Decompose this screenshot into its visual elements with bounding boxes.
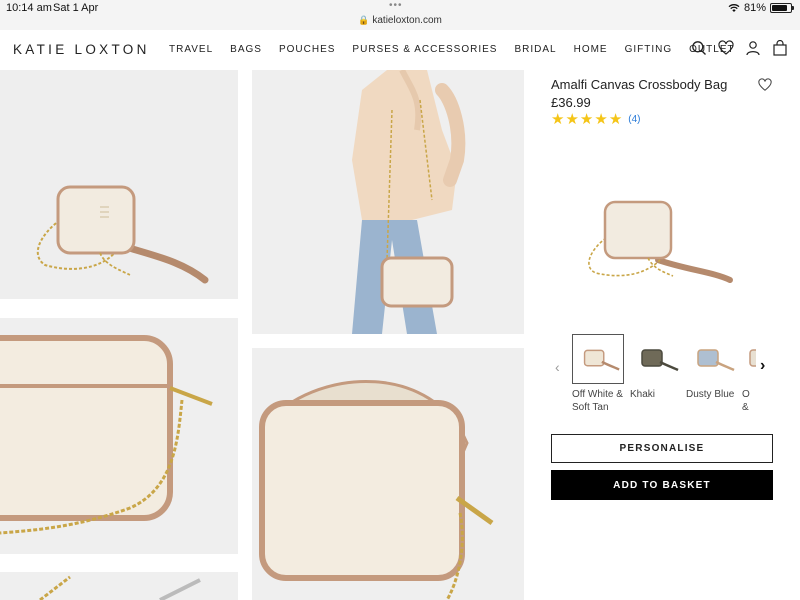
star-icon: ★ [608, 111, 623, 128]
gallery-image-model[interactable] [252, 70, 524, 334]
search-icon[interactable] [691, 40, 707, 56]
product-rating[interactable]: ★ ★ ★ ★ ★ (4) [551, 112, 641, 127]
status-date: Sat 1 Apr [53, 2, 99, 14]
swatch-label: Khaki [630, 389, 656, 400]
nav-link-bags[interactable]: BAGS [230, 44, 262, 55]
swatch-label: Dusty Blue [686, 389, 735, 400]
star-icon: ★ [594, 111, 608, 128]
wifi-icon [728, 4, 740, 12]
gallery-image-bag-closeup[interactable] [0, 318, 238, 554]
product-main-image[interactable] [548, 160, 788, 310]
nav-link-pouches[interactable]: POUCHES [279, 44, 335, 55]
swatch-thumbnail [572, 334, 624, 384]
site-logo[interactable]: KATIE LOXTON [13, 42, 150, 57]
account-icon[interactable] [745, 40, 761, 56]
bag-closeup-illustration [0, 318, 238, 554]
swatch-dusty-blue[interactable]: Dusty Blue [686, 334, 738, 401]
gallery-image-bag-detail[interactable] [0, 572, 238, 600]
lock-icon: 🔒 [358, 15, 370, 25]
nav-link-gifting[interactable]: GIFTING [625, 44, 673, 55]
swatch-khaki[interactable]: Khaki [630, 334, 682, 401]
swatch-thumbnail [630, 334, 682, 384]
address-bar[interactable]: 🔒 katieloxton.com [0, 15, 800, 26]
battery-percent: 81% [743, 2, 766, 14]
product-title: Amalfi Canvas Crossbody Bag [551, 77, 728, 92]
status-indicators: 81% [728, 2, 794, 14]
swatch-partial[interactable]: O & [742, 334, 756, 414]
nav-link-purses-accessories[interactable]: PURSES & ACCESSORIES [352, 44, 497, 55]
address-url: katieloxton.com [372, 15, 442, 26]
bag-illustration [0, 70, 238, 299]
tab-dots-icon[interactable]: ••• [389, 0, 403, 11]
star-icon: ★ [551, 111, 565, 128]
swatch-label: Off White & Soft Tan [572, 389, 623, 413]
nav-icons [691, 40, 788, 56]
nav-link-bridal[interactable]: BRIDAL [514, 44, 556, 55]
add-to-basket-button[interactable]: ADD TO BASKET [551, 470, 773, 500]
battery-icon [770, 3, 794, 13]
chevron-right-icon[interactable]: › [760, 357, 765, 375]
swatch-off-white-soft-tan[interactable]: Off White & Soft Tan [572, 334, 624, 414]
swatch-bag-2 [686, 334, 738, 384]
swatch-bag-0 [573, 335, 623, 383]
gallery-image-bag-front[interactable] [0, 70, 238, 299]
personalise-button[interactable]: PERSONALISE [551, 434, 773, 463]
swatch-bag-3 [742, 334, 756, 384]
nav-link-home[interactable]: HOME [574, 44, 608, 55]
gallery-image-bag-open[interactable] [252, 348, 524, 600]
status-time: 10:14 am [6, 2, 52, 14]
bag-detail-illustration [0, 572, 238, 600]
status-bar: 10:14 am Sat 1 Apr ••• 🔒 katieloxton.com … [0, 0, 800, 30]
model-illustration [252, 70, 524, 334]
star-icon: ★ [565, 111, 579, 128]
product-price: £36.99 [551, 95, 591, 110]
swatch-thumbnail [742, 334, 756, 384]
basket-icon[interactable] [772, 40, 788, 56]
swatch-bag-1 [630, 334, 682, 384]
wishlist-heart-icon[interactable] [758, 78, 772, 92]
nav-links: TRAVEL BAGS POUCHES PURSES & ACCESSORIES… [169, 44, 752, 55]
heart-icon[interactable] [718, 40, 734, 56]
colour-swatches: ‹ Off White & Soft Tan Khaki Dusty Blue … [550, 334, 800, 424]
nav-link-travel[interactable]: TRAVEL [169, 44, 213, 55]
swatch-thumbnail [686, 334, 738, 384]
bag-open-illustration [252, 348, 524, 600]
main-nav: KATIE LOXTON TRAVEL BAGS POUCHES PURSES … [0, 30, 800, 70]
chevron-left-icon[interactable]: ‹ [555, 359, 560, 375]
star-icon: ★ [579, 111, 594, 128]
swatch-label: O & [742, 389, 750, 413]
review-count-link[interactable]: (4) [628, 114, 640, 125]
